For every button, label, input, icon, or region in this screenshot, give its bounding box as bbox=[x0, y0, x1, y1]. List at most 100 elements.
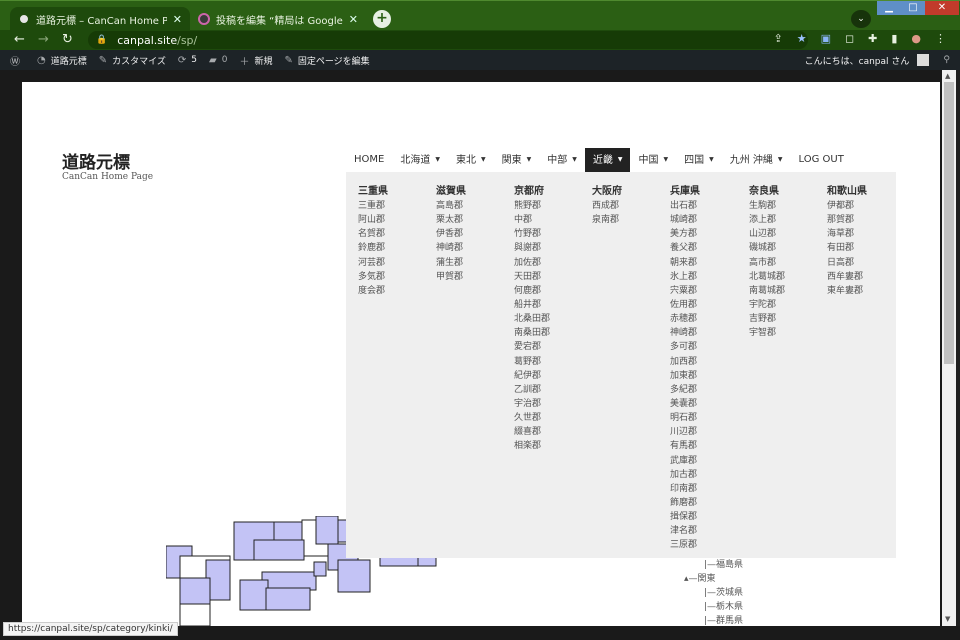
county-link[interactable]: 高市郡 bbox=[749, 256, 785, 270]
county-link[interactable]: 多紀郡 bbox=[670, 383, 700, 397]
county-link[interactable]: 宇陀郡 bbox=[749, 298, 785, 312]
scroll-down-icon[interactable]: ▼ bbox=[945, 615, 950, 623]
county-link[interactable]: 加古郡 bbox=[670, 468, 700, 482]
page-scrollbar[interactable]: ▲ ▼ bbox=[942, 70, 956, 626]
county-link[interactable]: 揖保郡 bbox=[670, 510, 700, 524]
county-link[interactable]: 飾磨郡 bbox=[670, 496, 700, 510]
county-link[interactable]: 神崎郡 bbox=[436, 241, 466, 255]
county-link[interactable]: 度会郡 bbox=[358, 284, 388, 298]
county-link[interactable]: 生駒郡 bbox=[749, 199, 785, 213]
scrollbar-thumb[interactable] bbox=[944, 82, 954, 364]
county-link[interactable]: 相楽郡 bbox=[514, 439, 550, 453]
county-link[interactable]: 北葛城郡 bbox=[749, 270, 785, 284]
menu-kebab-icon[interactable]: ⋮ bbox=[935, 32, 946, 45]
county-link[interactable]: 出石郡 bbox=[670, 199, 700, 213]
county-link[interactable]: 加佐郡 bbox=[514, 256, 550, 270]
forward-icon[interactable]: → bbox=[38, 32, 49, 48]
county-link[interactable]: 東牟婁郡 bbox=[827, 284, 867, 298]
county-link[interactable]: 泉南郡 bbox=[592, 213, 622, 227]
tree-item[interactable]: ▴—関東 bbox=[682, 572, 743, 586]
tab-active[interactable]: 道路元標 – CanCan Home Page ✕ bbox=[10, 7, 190, 31]
county-link[interactable]: 甲賀郡 bbox=[436, 270, 466, 284]
reload-icon[interactable]: ↻ bbox=[62, 32, 73, 48]
county-link[interactable]: 宇智郡 bbox=[749, 326, 785, 340]
county-link[interactable]: 海草郡 bbox=[827, 227, 867, 241]
nav-item[interactable]: 中国 ▼ bbox=[630, 148, 676, 172]
admin-comments-link[interactable]: ▰ 0 bbox=[209, 55, 227, 66]
bookmark-star-icon[interactable]: ★ bbox=[797, 32, 807, 45]
county-link[interactable]: 多気郡 bbox=[358, 270, 388, 284]
county-link[interactable]: 日高郡 bbox=[827, 256, 867, 270]
county-link[interactable]: 加西郡 bbox=[670, 355, 700, 369]
puzzle-icon[interactable]: ✚ bbox=[868, 32, 877, 45]
county-link[interactable]: 赤穂郡 bbox=[670, 312, 700, 326]
county-link[interactable]: 葛野郡 bbox=[514, 355, 550, 369]
nav-item[interactable]: LOG OUT bbox=[791, 148, 852, 172]
county-link[interactable]: 佐用郡 bbox=[670, 298, 700, 312]
prefecture-heading[interactable]: 大阪府 bbox=[592, 182, 622, 197]
prefecture-heading[interactable]: 奈良県 bbox=[749, 182, 785, 197]
county-link[interactable]: 西牟婁郡 bbox=[827, 270, 867, 284]
county-link[interactable]: 栗太郡 bbox=[436, 213, 466, 227]
wp-logo-icon[interactable]: Ⓦ bbox=[10, 53, 25, 68]
county-link[interactable]: 美方郡 bbox=[670, 227, 700, 241]
prefecture-heading[interactable]: 滋賀県 bbox=[436, 182, 466, 197]
tree-item[interactable]: |—群馬県 bbox=[682, 614, 743, 626]
nav-item[interactable]: 四国 ▼ bbox=[676, 148, 722, 172]
county-link[interactable]: 中郡 bbox=[514, 213, 550, 227]
county-link[interactable]: 綴喜郡 bbox=[514, 425, 550, 439]
new-tab-button[interactable]: + bbox=[373, 10, 391, 28]
prefecture-heading[interactable]: 和歌山県 bbox=[827, 182, 867, 197]
county-link[interactable]: 養父郡 bbox=[670, 241, 700, 255]
county-link[interactable]: 紀伊郡 bbox=[514, 369, 550, 383]
county-link[interactable]: 添上郡 bbox=[749, 213, 785, 227]
county-link[interactable]: 宇治郡 bbox=[514, 397, 550, 411]
nav-item[interactable]: 北海道 ▼ bbox=[392, 148, 448, 172]
county-link[interactable]: 愛宕郡 bbox=[514, 340, 550, 354]
county-link[interactable]: 熊野郡 bbox=[514, 199, 550, 213]
profile-avatar-icon[interactable]: ● bbox=[911, 32, 921, 45]
county-link[interactable]: 船井郡 bbox=[514, 298, 550, 312]
admin-search-icon[interactable]: ⚲ bbox=[943, 55, 950, 65]
prefecture-heading[interactable]: 三重県 bbox=[358, 182, 388, 197]
site-title[interactable]: 道路元標 bbox=[62, 148, 130, 173]
nav-item[interactable]: HOME bbox=[346, 148, 392, 172]
county-link[interactable]: 有馬郡 bbox=[670, 439, 700, 453]
back-icon[interactable]: ← bbox=[14, 32, 25, 48]
county-link[interactable]: 川辺郡 bbox=[670, 425, 700, 439]
county-link[interactable]: 竹野郡 bbox=[514, 227, 550, 241]
county-link[interactable]: 美嚢郡 bbox=[670, 397, 700, 411]
close-tab-icon[interactable]: ✕ bbox=[349, 13, 358, 26]
county-link[interactable]: 多可郡 bbox=[670, 340, 700, 354]
county-link[interactable]: 久世郡 bbox=[514, 411, 550, 425]
share-icon[interactable]: ⇪ bbox=[773, 32, 782, 45]
county-link[interactable]: 乙訓郡 bbox=[514, 383, 550, 397]
county-link[interactable]: 宍粟郡 bbox=[670, 284, 700, 298]
county-link[interactable]: 伊都郡 bbox=[827, 199, 867, 213]
scroll-up-icon[interactable]: ▲ bbox=[945, 72, 950, 80]
county-link[interactable]: 氷上郡 bbox=[670, 270, 700, 284]
county-link[interactable]: 伊香郡 bbox=[436, 227, 466, 241]
county-link[interactable]: 武庫郡 bbox=[670, 454, 700, 468]
maximize-button[interactable]: □ bbox=[901, 1, 925, 15]
county-link[interactable]: 名賀郡 bbox=[358, 227, 388, 241]
county-link[interactable]: 津名郡 bbox=[670, 524, 700, 538]
admin-edit-link[interactable]: ✎ 固定ページを編集 bbox=[284, 54, 369, 67]
extension-icon[interactable]: ◻ bbox=[845, 32, 854, 45]
county-link[interactable]: 加東郡 bbox=[670, 369, 700, 383]
close-tab-icon[interactable]: ✕ bbox=[173, 13, 182, 26]
county-link[interactable]: 高島郡 bbox=[436, 199, 466, 213]
tree-item[interactable]: |—茨城県 bbox=[682, 586, 743, 600]
admin-account[interactable]: こんにちは、canpal さん ⚲ bbox=[805, 50, 950, 70]
county-link[interactable]: 磯城郡 bbox=[749, 241, 785, 255]
county-link[interactable]: 與謝郡 bbox=[514, 241, 550, 255]
county-link[interactable]: 北桑田郡 bbox=[514, 312, 550, 326]
county-link[interactable]: 印南郡 bbox=[670, 482, 700, 496]
county-link[interactable]: 蒲生郡 bbox=[436, 256, 466, 270]
county-link[interactable]: 三重郡 bbox=[358, 199, 388, 213]
address-bar[interactable]: 🔒 canpal.site /sp/ bbox=[88, 31, 808, 49]
admin-updates-link[interactable]: ⟳ 5 bbox=[178, 55, 197, 66]
tree-item[interactable]: |—栃木県 bbox=[682, 600, 743, 614]
county-link[interactable]: 阿山郡 bbox=[358, 213, 388, 227]
county-link[interactable]: 山辺郡 bbox=[749, 227, 785, 241]
